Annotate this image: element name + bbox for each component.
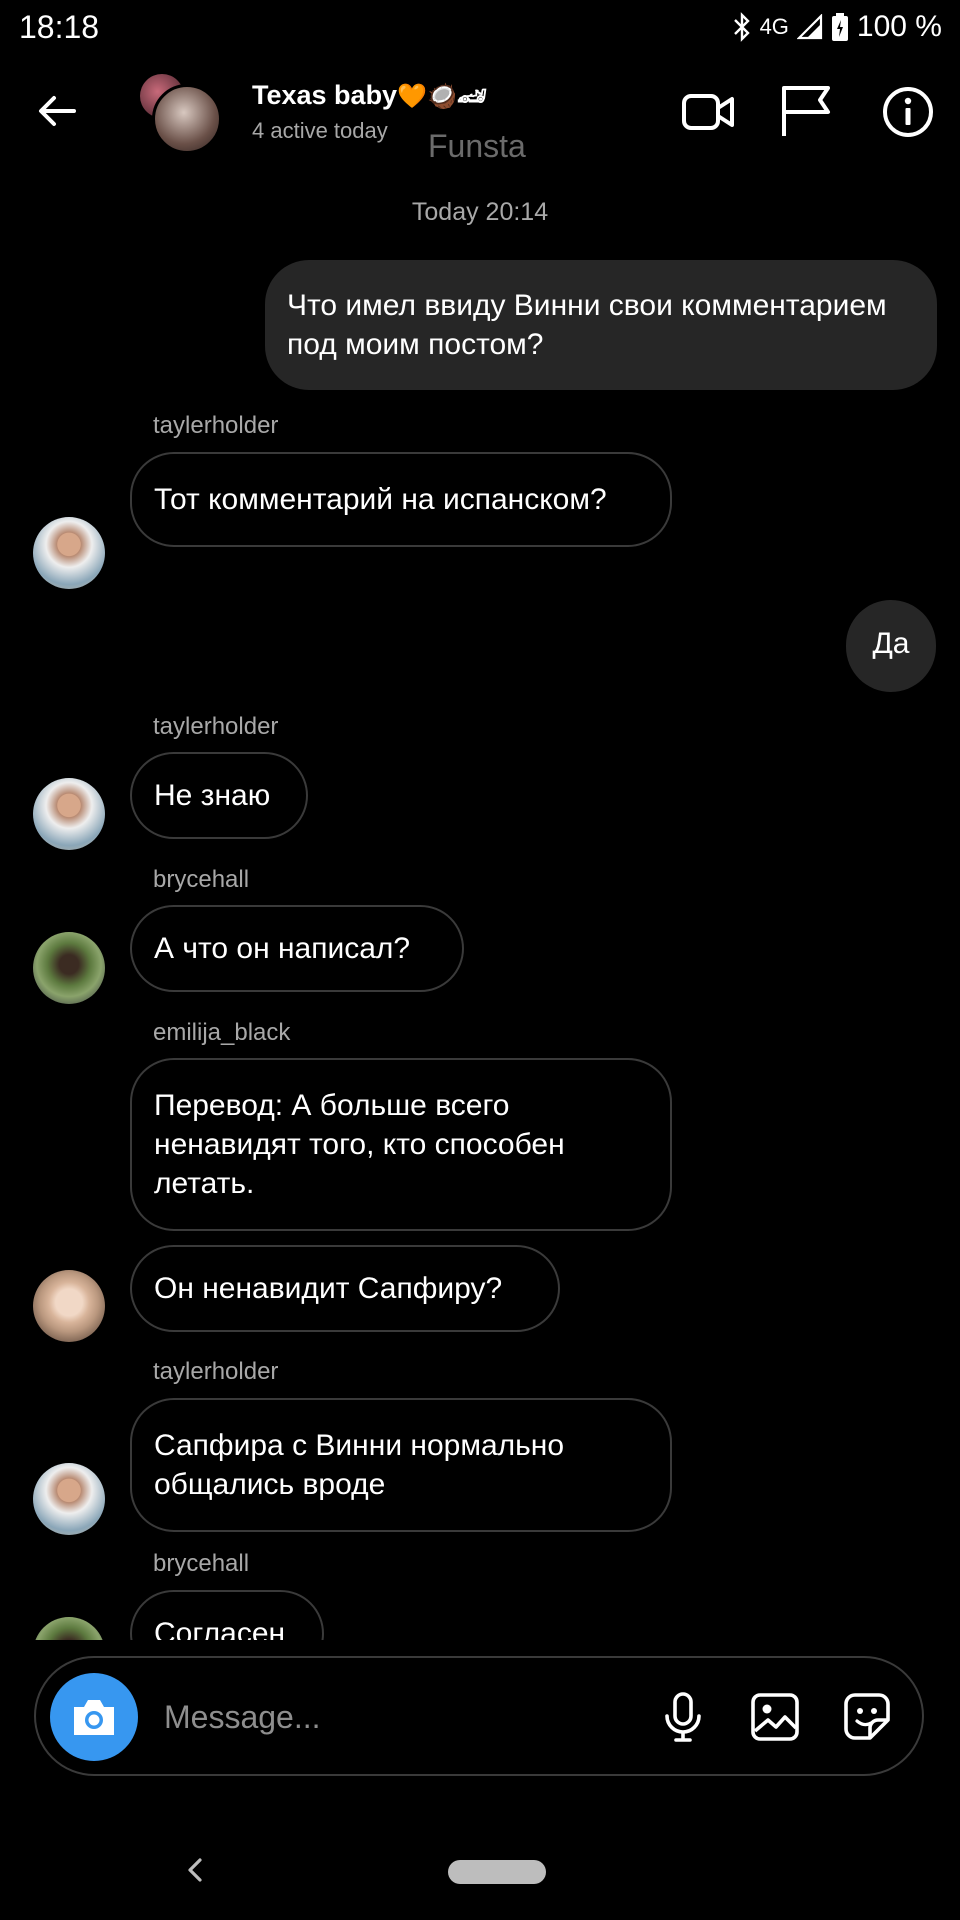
message-sender: taylerholder (153, 713, 279, 740)
message-sender: taylerholder (153, 412, 279, 439)
camera-icon (74, 1700, 114, 1735)
date-separator: Today 20:14 (411, 198, 549, 226)
sender-avatar[interactable] (33, 1463, 105, 1535)
message-thread[interactable]: Today 20:14 Что имел ввиду Винни свои ко… (0, 0, 960, 1640)
sender-avatar[interactable] (33, 932, 105, 1004)
message-sender: brycehall (153, 1550, 250, 1577)
message-bubble-incoming[interactable]: Сапфира с Винни нормально общались вроде (130, 1398, 672, 1532)
microphone-icon[interactable] (656, 1690, 710, 1744)
message-bubble-incoming[interactable]: Тот комментарий на испанском? (130, 452, 672, 547)
message-sender: taylerholder (153, 1358, 279, 1385)
message-input[interactable] (162, 1688, 526, 1746)
sender-avatar[interactable] (33, 778, 105, 850)
message-bubble-incoming[interactable]: Не знаю (130, 752, 308, 839)
message-sender: emilija_black (153, 1019, 291, 1046)
sender-avatar[interactable] (33, 1270, 105, 1342)
message-bubble-outgoing[interactable]: Да (846, 600, 936, 692)
message-bubble-outgoing[interactable]: Что имел ввиду Винни свои комментарием п… (265, 260, 937, 390)
gallery-icon[interactable] (748, 1690, 802, 1744)
sender-avatar[interactable] (33, 1617, 105, 1640)
message-bubble-incoming[interactable]: А что он написал? (130, 905, 464, 992)
camera-button[interactable] (50, 1673, 138, 1761)
message-bubble-incoming[interactable]: Согласен (130, 1590, 324, 1640)
sender-avatar[interactable] (33, 517, 105, 589)
nav-back-icon[interactable] (180, 1850, 210, 1890)
nav-home-pill[interactable] (448, 1860, 546, 1884)
message-sender: brycehall (153, 866, 250, 893)
system-nav-bar (0, 1820, 960, 1920)
message-composer (34, 1656, 924, 1776)
message-bubble-incoming[interactable]: Он ненавидит Сапфиру? (130, 1245, 560, 1332)
sticker-icon[interactable] (840, 1690, 894, 1744)
message-bubble-incoming[interactable]: Перевод: А больше всего ненавидят того, … (130, 1058, 672, 1231)
